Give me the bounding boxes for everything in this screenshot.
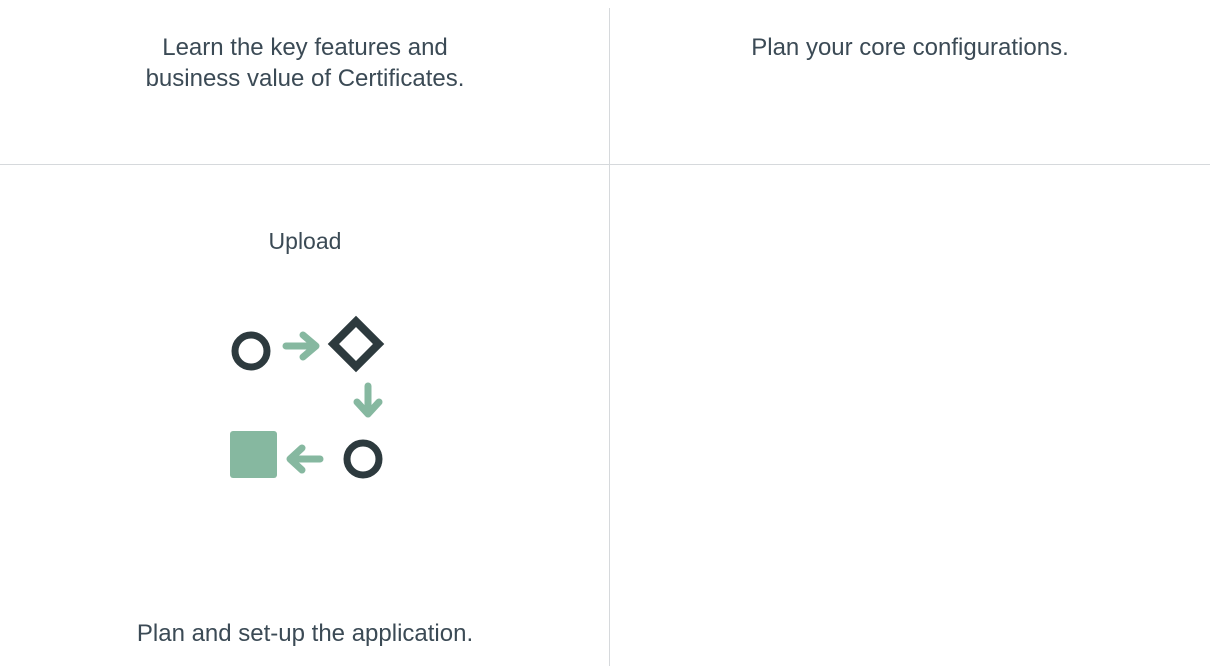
flow-process-circle-icon — [343, 439, 383, 479]
flow-end-square-icon — [230, 431, 277, 478]
learn-features-card-text: Learn the key features and business valu… — [60, 32, 550, 94]
plan-core-configurations-text: Plan your core configurations. — [751, 34, 1069, 61]
learn-features-line-1: Learn the key features and — [162, 34, 448, 61]
arrow-down-icon — [353, 382, 383, 418]
upload-label: Upload — [268, 228, 342, 254]
workflow-icon — [230, 315, 385, 479]
arrow-right-icon — [282, 331, 320, 361]
flow-start-circle-icon — [231, 331, 271, 371]
learn-features-line-2: business value of Certificates. — [145, 65, 465, 92]
flow-decision-diamond-icon — [327, 315, 385, 373]
column-divider — [609, 8, 610, 666]
arrow-left-icon — [286, 444, 324, 474]
plan-setup-application-text: Plan and set-up the application. — [136, 620, 474, 647]
row-divider — [0, 164, 1210, 165]
